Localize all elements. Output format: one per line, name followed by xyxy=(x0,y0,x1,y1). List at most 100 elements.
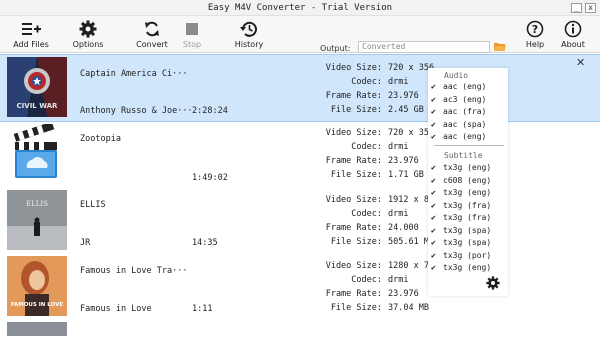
svg-text:?: ? xyxy=(532,23,538,36)
checkmark-icon[interactable]: ✔ xyxy=(431,163,443,172)
video-size-label: Video Size: xyxy=(325,195,382,205)
help-label: Help xyxy=(525,40,545,49)
frame-rate-value: 23.976 xyxy=(388,289,419,299)
item-subtitle: JR xyxy=(80,238,91,248)
item-duration: 14:35 xyxy=(192,238,218,248)
checkmark-icon[interactable]: ✔ xyxy=(431,213,443,222)
thumbnail-image xyxy=(7,322,67,336)
subtitle-track-label: tx3g (eng) xyxy=(443,263,492,272)
checkmark-icon[interactable]: ✔ xyxy=(431,107,443,116)
convert-button[interactable]: Convert xyxy=(132,18,172,49)
checkmark-icon[interactable]: ✔ xyxy=(431,201,443,210)
thumbnail-image: ELLIS xyxy=(7,190,67,250)
subtitle-track-label: tx3g (spa) xyxy=(443,238,492,247)
audio-track-item[interactable]: ✔ aac (fra) xyxy=(431,107,486,116)
subtitle-track-item[interactable]: ✔ tx3g (por) xyxy=(431,251,491,260)
history-icon xyxy=(229,18,269,40)
audio-track-label: aac (spa) xyxy=(443,119,487,129)
subtitle-track-item[interactable]: ✔ tx3g (fra) xyxy=(431,213,491,222)
checkmark-icon[interactable]: ✔ xyxy=(431,132,443,141)
list-item[interactable]: Zootopia 1:49:02 Video Size: 720 x 356 C… xyxy=(0,121,600,188)
convert-label: Convert xyxy=(136,40,168,49)
subtitle-track-item[interactable]: ✔ tx3g (fra) xyxy=(431,201,491,210)
item-title: ELLIS xyxy=(80,200,106,210)
add-files-button[interactable]: Add Files xyxy=(10,18,52,49)
thumbnail-image: FAMOUS IN LOVE xyxy=(7,256,67,316)
checkmark-icon[interactable]: ✔ xyxy=(431,176,443,185)
codec-label: Codec: xyxy=(351,275,382,285)
audio-track-label: ac3 (eng) xyxy=(443,94,487,104)
audio-track-label: aac (fra) xyxy=(443,107,487,116)
frame-rate-label: Frame Rate: xyxy=(325,156,382,166)
file-size-value: 37.04 MB xyxy=(388,303,429,313)
help-button[interactable]: ? Help xyxy=(522,18,548,49)
output-label: Output: xyxy=(320,44,351,53)
file-size-value: 1.71 GB xyxy=(388,170,424,180)
audio-track-item[interactable]: ✔ ac3 (eng) xyxy=(431,95,486,104)
subtitle-track-item[interactable]: ✔ tx3g (eng) xyxy=(431,188,491,197)
video-size-label: Video Size: xyxy=(325,261,382,271)
subtitle-track-item[interactable]: ✔ tx3g (spa) xyxy=(431,238,491,247)
checkmark-icon[interactable]: ✔ xyxy=(431,226,443,235)
clapperboard-icon xyxy=(7,121,67,184)
checkmark-icon[interactable]: ✔ xyxy=(431,188,443,197)
minimize-button[interactable]: _ xyxy=(571,3,582,13)
checkmark-icon[interactable]: ✔ xyxy=(431,95,443,104)
window-title: Easy M4V Converter - Trial Version xyxy=(207,3,393,13)
list-item[interactable] xyxy=(0,320,600,338)
codec-label: Codec: xyxy=(351,142,382,152)
frame-rate-value: 23.976 xyxy=(388,156,419,166)
audio-track-label: aac (eng) xyxy=(443,82,487,91)
toolbar: Add Files Options Convert Stop History O… xyxy=(0,16,600,53)
output-path-field[interactable]: Converted xyxy=(358,41,490,53)
item-title: Captain America Ci··· xyxy=(80,69,188,79)
convert-icon xyxy=(132,18,172,40)
item-duration: 1:11 xyxy=(192,304,213,314)
checkmark-icon[interactable]: ✔ xyxy=(431,238,443,247)
subtitle-header: Subtitle xyxy=(444,151,483,160)
file-size-label: File Size: xyxy=(330,105,382,115)
settings-gear-icon[interactable] xyxy=(486,276,500,293)
audio-header: Audio xyxy=(444,71,469,80)
remove-item-icon[interactable]: ✕ xyxy=(576,56,585,69)
add-files-label: Add Files xyxy=(13,40,49,49)
about-label: About xyxy=(561,40,585,49)
subtitle-track-item[interactable]: ✔ c608 (eng) xyxy=(431,176,491,185)
audio-track-item[interactable]: ✔ aac (spa) xyxy=(431,120,486,129)
stop-button[interactable]: Stop xyxy=(178,18,206,49)
item-duration: 1:49:02 xyxy=(192,173,228,183)
item-subtitle: Famous in Love xyxy=(80,304,152,314)
thumbnail-image: CIVIL WAR xyxy=(7,57,67,117)
checkmark-icon[interactable]: ✔ xyxy=(431,251,443,260)
subtitle-track-item[interactable]: ✔ tx3g (eng) xyxy=(431,263,491,272)
divider xyxy=(434,145,504,146)
file-size-label: File Size: xyxy=(330,237,382,247)
subtitle-track-label: tx3g (por) xyxy=(443,250,492,260)
checkmark-icon[interactable]: ✔ xyxy=(431,263,443,272)
frame-rate-value: 24.000 xyxy=(388,223,419,233)
checkmark-icon[interactable]: ✔ xyxy=(431,120,443,129)
subtitle-track-item[interactable]: ✔ tx3g (eng) xyxy=(431,163,491,172)
options-button[interactable]: Options xyxy=(68,18,108,49)
track-selection-popup: Audio ✔ aac (eng) ✔ ac3 (eng) ✔ aac (fra) ✔ aac… xyxy=(428,68,508,296)
item-subtitle: Anthony Russo & Joe··· xyxy=(80,106,193,116)
thumb-caption: FAMOUS IN LOVE xyxy=(11,302,64,308)
about-button[interactable]: About xyxy=(558,18,588,49)
history-button[interactable]: History xyxy=(229,18,269,49)
media-list: CIVIL WAR Captain America Ci··· Anthony … xyxy=(0,54,600,338)
file-size-label: File Size: xyxy=(330,170,382,180)
list-item[interactable]: CIVIL WAR Captain America Ci··· Anthony … xyxy=(0,54,600,122)
close-window-button[interactable]: x xyxy=(585,3,596,13)
list-item[interactable]: ELLIS ELLIS JR 14:35 Video Size: 1912 x … xyxy=(0,188,600,254)
audio-track-label: aac (eng) xyxy=(443,132,487,141)
info-icon xyxy=(558,18,588,40)
list-item[interactable]: FAMOUS IN LOVE Famous in Love Tra··· Fam… xyxy=(0,254,600,320)
audio-track-item[interactable]: ✔ aac (eng) xyxy=(431,132,486,141)
codec-value: drmi xyxy=(388,142,409,152)
video-size-label: Video Size: xyxy=(325,63,382,73)
checkmark-icon[interactable]: ✔ xyxy=(431,82,443,91)
subtitle-track-label: tx3g (fra) xyxy=(443,200,492,210)
file-size-label: File Size: xyxy=(330,303,382,313)
subtitle-track-item[interactable]: ✔ tx3g (spa) xyxy=(431,226,491,235)
audio-track-item[interactable]: ✔ aac (eng) xyxy=(431,82,486,91)
